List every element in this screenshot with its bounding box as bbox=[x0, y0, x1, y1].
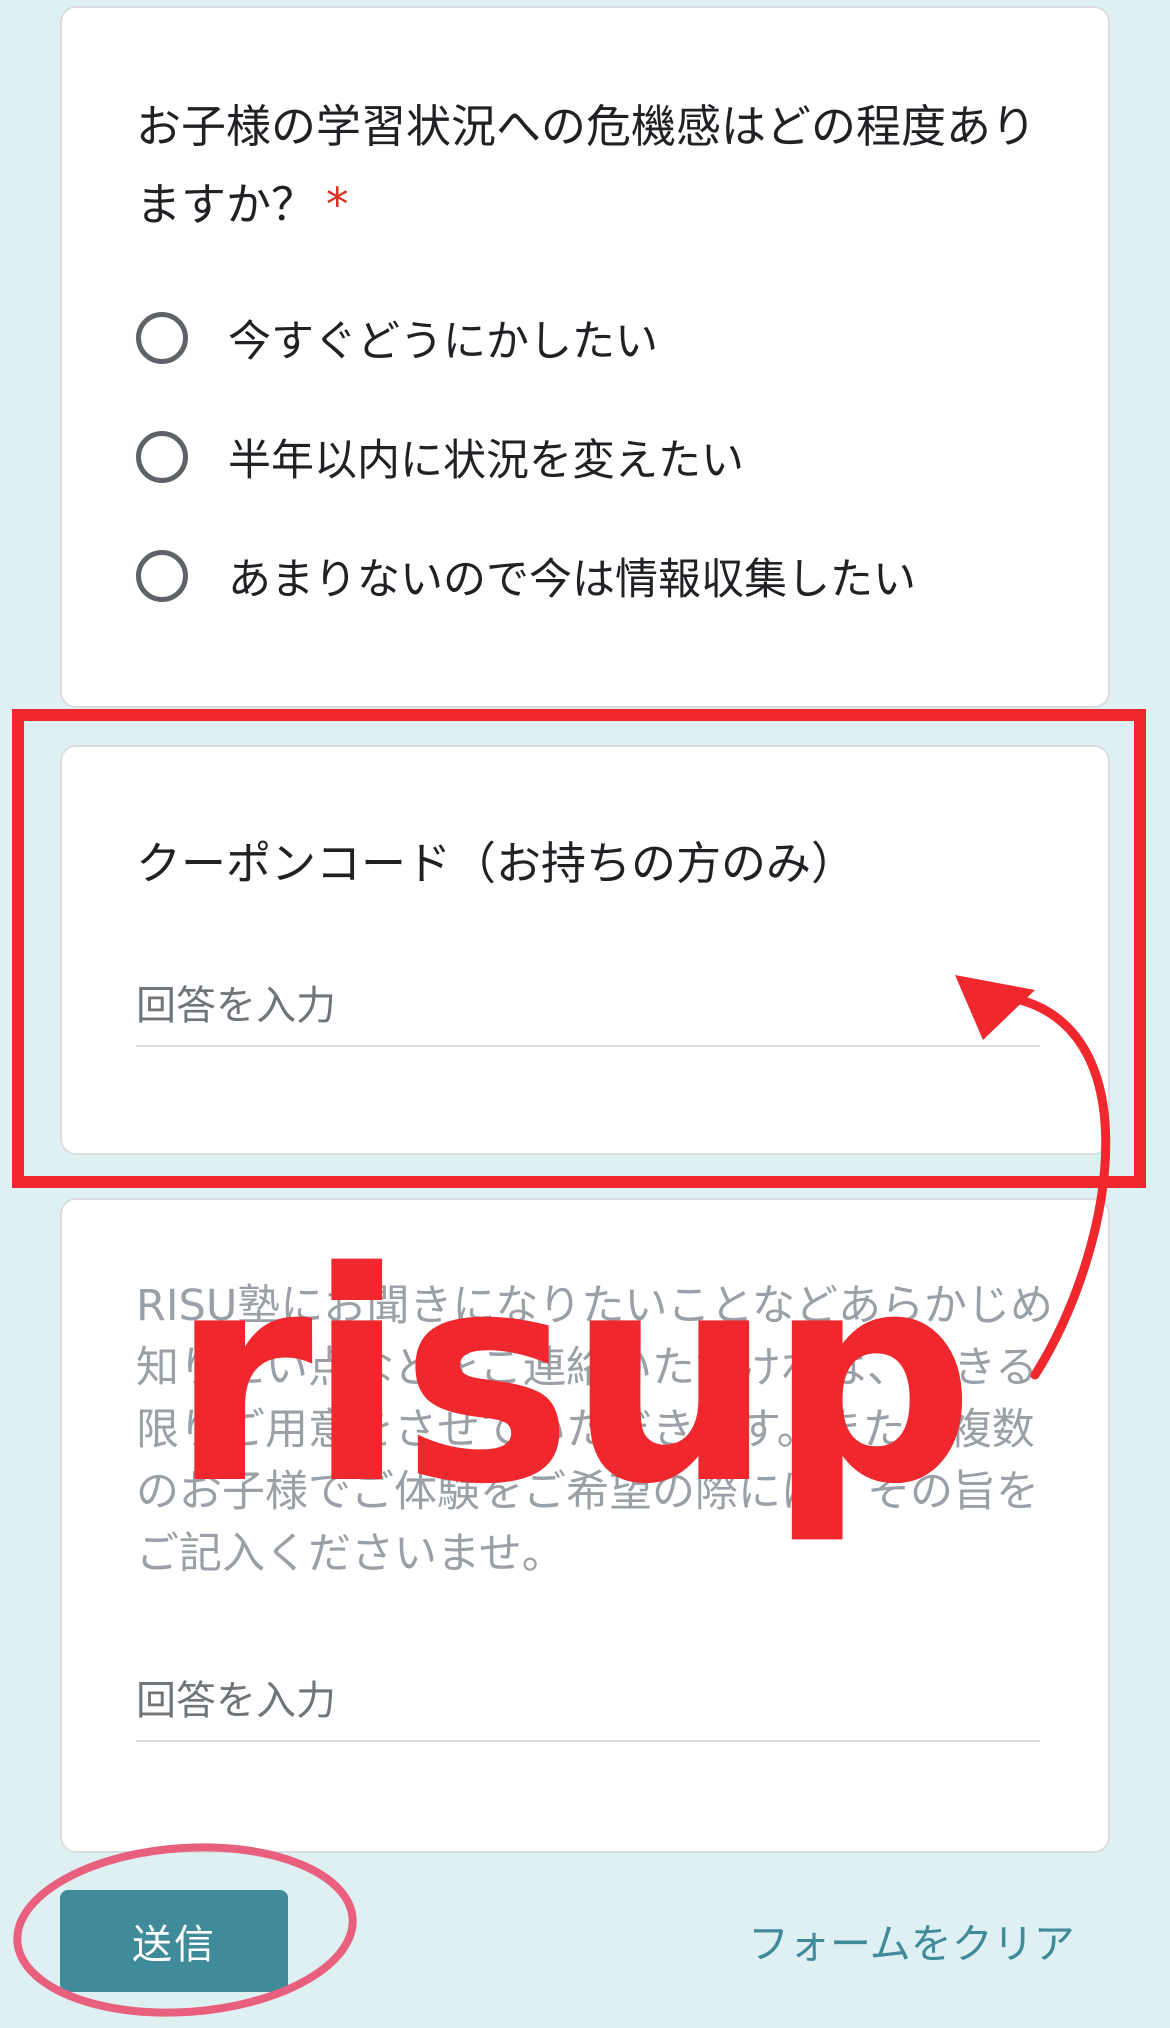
question-card-coupon: クーポンコード（お持ちの方のみ） bbox=[60, 745, 1110, 1155]
radio-circle-icon[interactable] bbox=[136, 431, 188, 483]
radio-option-3[interactable]: あまりないので今は情報収集したい bbox=[136, 544, 916, 608]
radio-option-label: あまりないので今は情報収集したい bbox=[228, 555, 916, 605]
coupon-code-input[interactable] bbox=[136, 967, 1040, 1047]
radio-option-1[interactable]: 今すぐどうにかしたい bbox=[136, 306, 658, 370]
notes-description: RISU塾にお聞きになりたいことなどあらかじめ知りたい点などをご連絡いただければ… bbox=[136, 1281, 1054, 1579]
question-card-notes: RISU塾にお聞きになりたいことなどあらかじめ知りたい点などをご連絡いただければ… bbox=[60, 1198, 1110, 1853]
required-mark: * bbox=[326, 178, 349, 231]
radio-option-label: 今すぐどうにかしたい bbox=[228, 317, 658, 367]
radio-option-2[interactable]: 半年以内に状況を変えたい bbox=[136, 425, 744, 489]
question-title: お子様の学習状況への危機感はどの程度ありますか？ * bbox=[136, 100, 1037, 231]
question-card-urgency: お子様の学習状況への危機感はどの程度ありますか？ * 今すぐどうにかしたい 半年以… bbox=[60, 6, 1110, 708]
notes-answer-input[interactable] bbox=[136, 1662, 1040, 1742]
radio-circle-icon[interactable] bbox=[136, 550, 188, 602]
clear-form-link[interactable]: フォームをクリア bbox=[748, 1910, 1075, 1970]
submit-button[interactable]: 送信 bbox=[60, 1890, 288, 1992]
radio-circle-icon[interactable] bbox=[136, 312, 188, 364]
radio-option-label: 半年以内に状況を変えたい bbox=[228, 436, 744, 486]
coupon-title: クーポンコード（お持ちの方のみ） bbox=[136, 837, 857, 890]
